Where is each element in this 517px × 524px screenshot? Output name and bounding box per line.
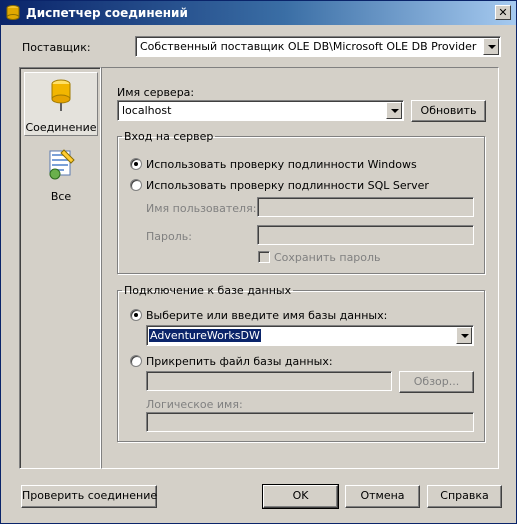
save-password-checkbox[interactable] xyxy=(258,251,270,263)
properties-list-icon xyxy=(49,149,75,180)
logical-name-label: Логическое имя: xyxy=(146,398,243,411)
sidebar-item-label: Все xyxy=(50,190,72,203)
username-input[interactable] xyxy=(257,197,474,217)
cancel-button[interactable]: Отмена xyxy=(345,485,420,508)
server-name-label: Имя сервера: xyxy=(117,86,195,99)
database-cylinder-icon xyxy=(51,79,71,111)
logical-name-input[interactable] xyxy=(146,412,474,432)
username-label: Имя пользователя: xyxy=(146,202,257,215)
select-database-label[interactable]: Выберите или введите имя базы данных: xyxy=(146,309,387,322)
browse-button[interactable]: Обзор... xyxy=(399,371,474,393)
database-icon xyxy=(6,5,20,20)
sql-auth-radio[interactable] xyxy=(130,179,142,191)
chevron-down-icon[interactable] xyxy=(386,102,402,119)
sql-auth-label[interactable]: Использовать проверку подлинности SQL Se… xyxy=(146,179,429,192)
attach-database-label[interactable]: Прикрепить файл базы данных: xyxy=(146,355,333,368)
sidebar-item-connection[interactable]: Соединение xyxy=(24,72,98,136)
help-button[interactable]: Справка xyxy=(427,485,502,508)
title-bar[interactable]: Диспетчер соединений ✕ xyxy=(1,1,516,25)
refresh-button[interactable]: Обновить xyxy=(411,100,486,122)
windows-auth-label[interactable]: Использовать проверку подлинности Window… xyxy=(146,158,417,171)
provider-value: Собственный поставщик OLE DB\Microsoft O… xyxy=(140,40,480,53)
select-database-radio[interactable] xyxy=(130,309,142,321)
test-connection-button[interactable]: Проверить соединение xyxy=(21,485,157,508)
password-input[interactable] xyxy=(257,225,474,245)
windows-auth-radio[interactable] xyxy=(130,158,142,170)
database-group-title: Подключение к базе данных xyxy=(124,284,292,297)
server-name-value: localhost xyxy=(122,104,172,117)
attach-file-input[interactable] xyxy=(146,371,392,391)
chevron-down-icon[interactable] xyxy=(456,327,472,344)
close-button[interactable]: ✕ xyxy=(495,5,511,20)
provider-label: Поставщик: xyxy=(22,41,91,54)
sidebar-item-all[interactable]: Все xyxy=(24,142,98,206)
database-name-value: AdventureWorksDW xyxy=(149,329,261,342)
attach-database-radio[interactable] xyxy=(130,355,142,367)
login-group-title: Вход на сервер xyxy=(124,130,214,143)
window-title: Диспетчер соединений xyxy=(26,6,188,20)
database-name-combobox[interactable]: AdventureWorksDW xyxy=(146,325,474,346)
save-password-label: Сохранить пароль xyxy=(274,251,381,264)
connection-manager-window: Диспетчер соединений ✕ Поставщик: Собств… xyxy=(0,0,517,524)
chevron-down-icon[interactable] xyxy=(483,38,499,55)
server-name-combobox[interactable]: localhost xyxy=(117,100,404,121)
password-label: Пароль: xyxy=(146,230,192,243)
ok-button[interactable]: OK xyxy=(262,484,339,509)
page-sidebar: Соединение Все xyxy=(19,67,101,469)
provider-combobox[interactable]: Собственный поставщик OLE DB\Microsoft O… xyxy=(135,36,501,57)
sidebar-item-label: Соединение xyxy=(25,121,97,134)
